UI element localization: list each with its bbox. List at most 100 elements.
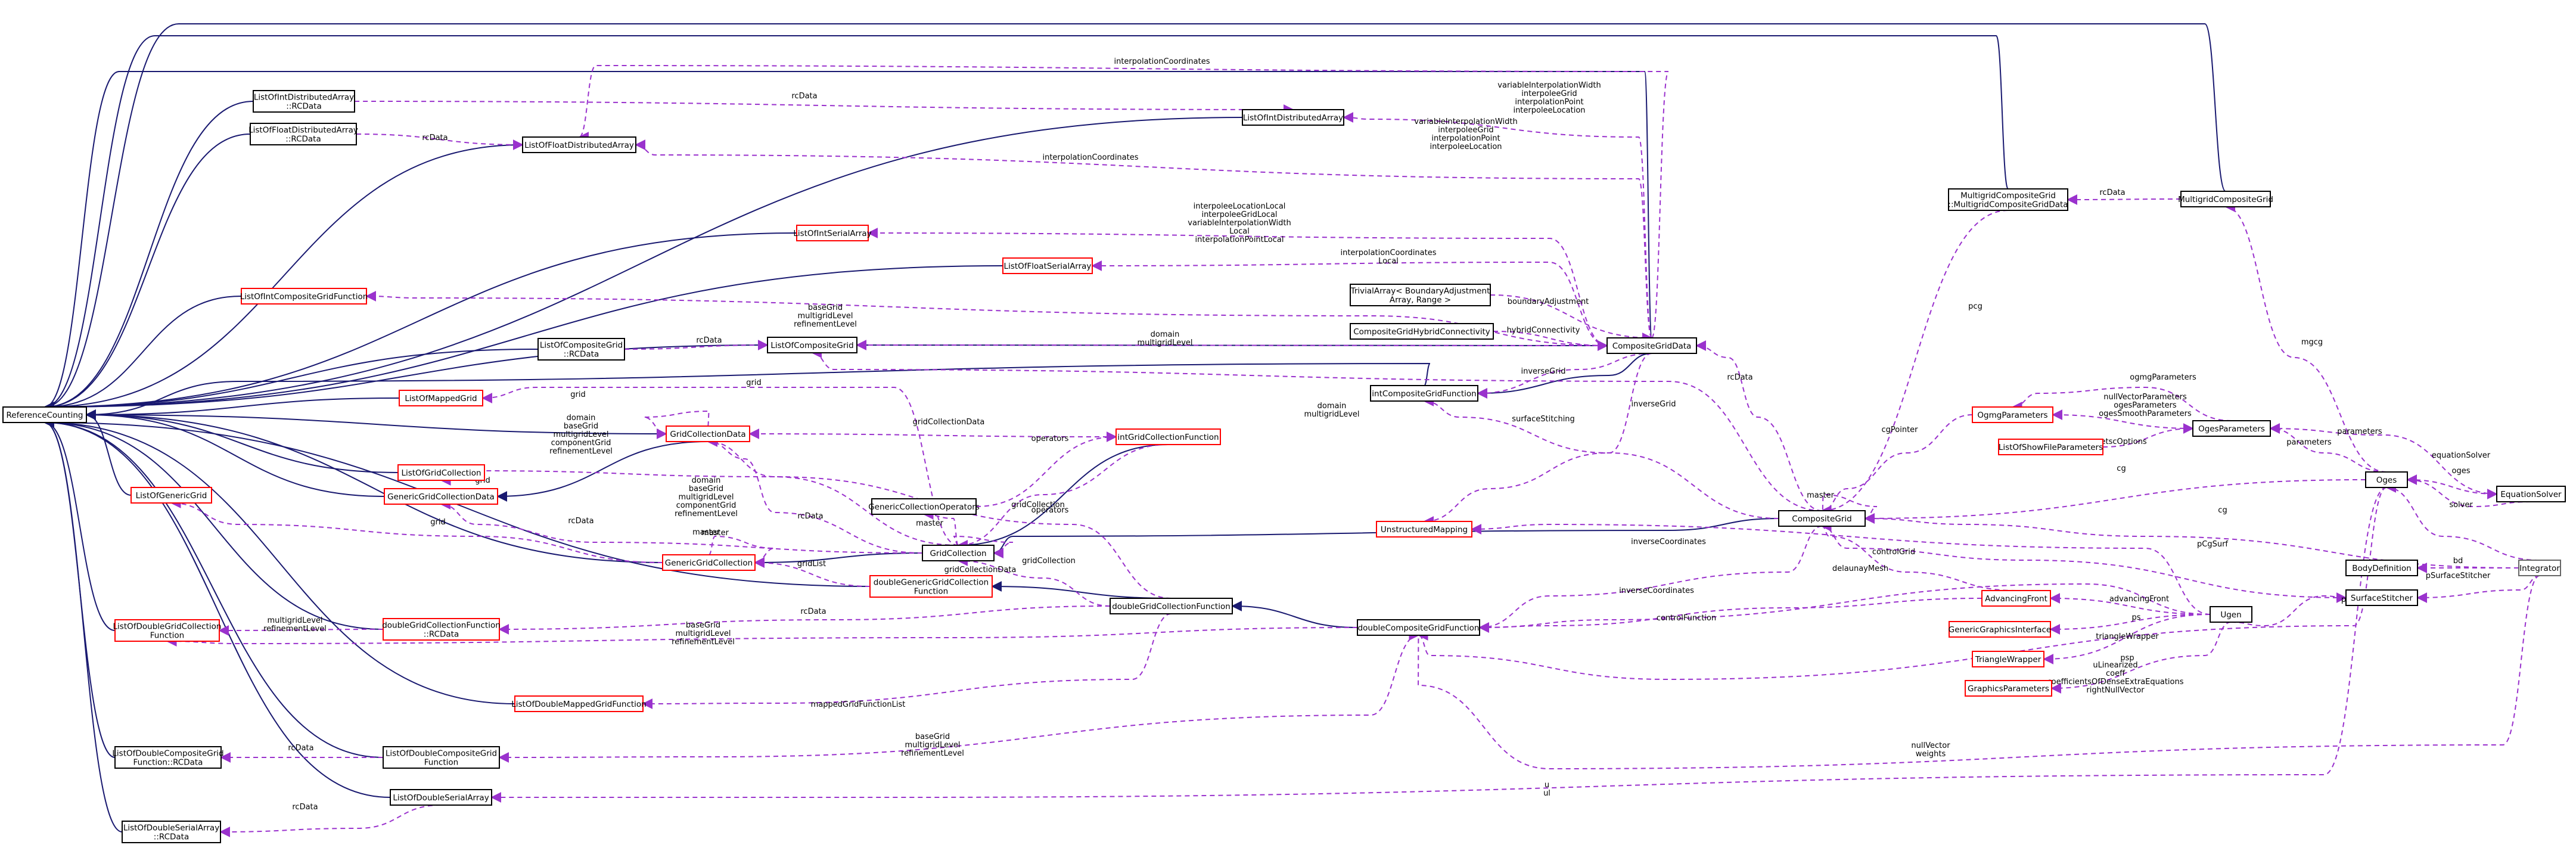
class-node[interactable]: ListOfFloatDistributedArray::RCData (248, 123, 358, 145)
class-name: OgesParameters (2198, 424, 2265, 434)
class-node[interactable]: intCompositeGridFunction (1370, 385, 1478, 402)
usage-edge (642, 613, 1172, 709)
class-node[interactable]: OgesParameters (2192, 420, 2271, 437)
class-node[interactable]: ListOfCompositeGrid (767, 337, 857, 353)
class-name: ListOfIntCompositeGridFunction (240, 292, 368, 302)
class-node[interactable]: GenericGridCollection (662, 554, 756, 571)
edge-label: hybridConnectivity (1507, 326, 1580, 335)
class-node[interactable]: ReferenceCounting (2, 406, 87, 423)
edge-label-line: controlFunction (1657, 614, 1716, 623)
edge-label-line: rcData (288, 744, 313, 753)
edge-label-line: rcData (1727, 373, 1752, 382)
class-node[interactable]: GridCollectionData (666, 425, 750, 442)
edge-label: cg (2117, 464, 2126, 473)
class-node[interactable]: doubleGridCollectionFunction (1110, 598, 1233, 614)
edge-label: equationSolver (2432, 451, 2491, 460)
class-name: EquationSolver (2500, 490, 2562, 499)
edge-label-line: gridCollectionData (944, 566, 1017, 574)
class-node[interactable]: doubleGridCollectionFunction::RCData (382, 618, 501, 641)
edge-label: controlFunction (1657, 614, 1716, 623)
edge-label-line: pcg (1968, 302, 1983, 311)
edge-label-line: bd (2453, 557, 2463, 566)
edge-label-line: rightNullVector (2086, 686, 2145, 695)
edge-label: rcData (568, 517, 593, 526)
class-node[interactable]: BodyDefinition (2345, 560, 2418, 576)
class-node[interactable]: ListOfDoubleGridCollectionFunction (113, 619, 222, 642)
inheritance-edge (43, 417, 384, 758)
usage-edge (635, 139, 1652, 338)
class-node[interactable]: CompositeGridData (1606, 337, 1697, 354)
class-node[interactable]: ListOfDoubleCompositeGridFunction::RCDat… (112, 746, 224, 769)
usage-edge (975, 431, 1117, 507)
edge-label-line: baseGrid (808, 303, 843, 312)
class-node[interactable]: MultigridCompositeGrid (2178, 191, 2273, 207)
class-node[interactable]: ListOfIntCompositeGridFunction (240, 288, 368, 305)
class-name: TrivialArray< BoundaryAdjustment (1350, 287, 1490, 296)
edge-label-line: ps (2131, 613, 2140, 622)
class-node[interactable]: ListOfGridCollection (397, 464, 485, 481)
edge-label-line: rcData (2099, 188, 2125, 197)
class-node[interactable]: doubleCompositeGridFunction (1357, 619, 1480, 636)
class-node[interactable]: ListOfIntSerialArray (793, 225, 872, 241)
edge-label-line: refinementLevel (672, 638, 735, 647)
class-node[interactable]: ListOfDoubleMappedGridFunction (511, 695, 647, 712)
edge-label-line: multigridLevel (798, 312, 853, 321)
class-node[interactable]: intGridCollectionFunction (1115, 428, 1221, 445)
class-node[interactable]: CompositeGrid (1778, 510, 1866, 527)
class-name: ListOfFloatDistributedArray (248, 126, 358, 135)
class-node[interactable]: Ugen (2210, 606, 2252, 623)
edge-label: pcg (1968, 302, 1983, 311)
edge-label-line: Local (1378, 257, 1399, 266)
edge-label-line: mgcg (2301, 338, 2323, 347)
edge-label-line: gridCollectionData (913, 418, 985, 427)
class-node[interactable]: CompositeGridHybridConnectivity (1350, 323, 1494, 340)
edge-label: gridCollectionData (944, 566, 1017, 574)
class-node[interactable]: EquationSolver (2496, 486, 2566, 502)
class-node[interactable]: MultigridCompositeGrid::MultigridComposi… (1948, 188, 2068, 211)
class-node[interactable]: ListOfIntDistributedArray (1242, 109, 1344, 126)
class-node[interactable]: OgmgParameters (1972, 406, 2053, 423)
class-name: doubleGridCollectionFunction (382, 621, 501, 630)
class-node[interactable]: UnstructuredMapping (1376, 521, 1472, 538)
class-name: SurfaceStitcher (2351, 594, 2413, 603)
class-node[interactable]: ListOfMappedGrid (399, 390, 483, 406)
class-node[interactable]: GraphicsParameters (1965, 680, 2052, 697)
class-node[interactable]: GenericCollectionOperators (868, 498, 980, 515)
collaboration-diagram: rcData rcData interpolationCoordinates vari… (2, 23, 2566, 843)
edge-label: u ul (1543, 781, 1550, 798)
class-node[interactable]: Integrator (2518, 560, 2561, 576)
class-node[interactable]: SurfaceStitcher (2345, 589, 2418, 606)
class-node[interactable]: GridCollection (922, 545, 995, 561)
class-node[interactable]: Oges (2365, 471, 2408, 488)
edge-label-line: componentGrid (676, 501, 737, 510)
inheritance-edge (754, 552, 923, 568)
edge-label-line: baseGrid (915, 732, 950, 741)
class-node[interactable]: ListOfCompositeGrid::RCData (537, 338, 625, 361)
class-name: ListOfFloatDistributedArray (524, 141, 634, 150)
class-node[interactable]: ListOfDoubleCompositeGridFunction (383, 746, 500, 769)
edge-label-line: domain (692, 476, 721, 485)
inheritance-edge (43, 133, 251, 412)
class-node[interactable]: AdvancingFront (1981, 590, 2051, 607)
class-node[interactable]: ListOfShowFileParameters (1998, 439, 2103, 455)
class-node[interactable]: doubleGenericGridCollectionFunction (869, 575, 993, 598)
class-node[interactable]: ListOfGenericGrid (130, 487, 212, 504)
edge-label-line: ogesSmoothParameters (2099, 409, 2192, 418)
class-node[interactable]: GenericGridCollectionData (384, 488, 498, 505)
class-node[interactable]: ListOfIntDistributedArray::RCData (253, 90, 355, 113)
usage-edge (1478, 583, 2211, 633)
edge-label: interpoleeLocationLocal interpoleeGridLoc… (1188, 202, 1291, 244)
class-name: OgmgParameters (1977, 411, 2047, 420)
edge-label: rcData (791, 92, 817, 101)
class-node[interactable]: GenericGraphicsInterface (1949, 621, 2051, 638)
edge-label: domain multigridLevel (1304, 402, 1360, 419)
class-node[interactable]: ListOfFloatSerialArray (1002, 257, 1093, 274)
class-node[interactable]: ListOfFloatDistributedArray (522, 136, 636, 153)
edge-label: inverseGrid (1521, 367, 1566, 376)
class-node[interactable]: ListOfDoubleSerialArray::RCData (122, 821, 221, 843)
class-node[interactable]: TriangleWrapper (1972, 651, 2044, 667)
edge-label-line: operators (1031, 506, 1069, 515)
usage-edge (1820, 521, 2016, 591)
class-node[interactable]: ListOfDoubleSerialArray (390, 789, 492, 806)
class-node[interactable]: TrivialArray< BoundaryAdjustmentArray, R… (1350, 284, 1491, 306)
